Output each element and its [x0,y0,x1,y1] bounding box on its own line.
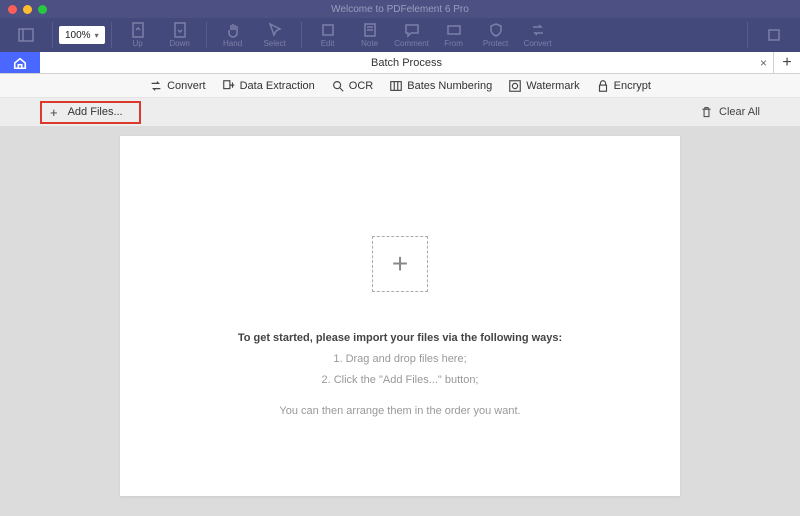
title-bar: Welcome to PDFelement 6 Pro [0,0,800,18]
category-watermark[interactable]: Watermark [508,79,579,93]
home-tab[interactable] [0,52,40,73]
action-row: + Add Files... Clear All [0,98,800,126]
edit-tool-label: Edit [321,39,335,48]
data-extraction-icon [222,79,236,93]
category-watermark-label: Watermark [526,80,579,92]
trash-icon [700,106,713,119]
hand-tool-button[interactable]: Hand [213,19,253,51]
select-tool-button[interactable]: Select [255,19,295,51]
tab-strip: Batch Process × + [0,52,800,74]
category-bates[interactable]: Bates Numbering [389,79,492,93]
watermark-icon [508,79,522,93]
document-tab[interactable]: Batch Process × [40,52,774,73]
plus-icon: + [50,105,58,120]
ribbon-toolbar: 100% ▾ Up Down Hand Select Edit Note Com… [0,18,800,52]
add-files-button[interactable]: + Add Files... [40,101,141,124]
lock-icon [596,79,610,93]
plus-icon: + [782,54,791,72]
category-encrypt[interactable]: Encrypt [596,79,651,93]
instructions: To get started, please import your files… [238,328,562,422]
batch-category-bar: Convert Data Extraction OCR Bates Number… [0,74,800,98]
category-bates-label: Bates Numbering [407,80,492,92]
category-ocr-label: OCR [349,80,373,92]
select-tool-label: Select [263,39,285,48]
drop-target[interactable]: + [372,236,428,292]
protect-tool-button[interactable]: Protect [476,19,516,51]
ribbon-sep [301,22,302,48]
ribbon-sep [52,22,53,48]
drop-canvas[interactable]: + To get started, please import your fil… [120,136,680,496]
note-tool-button[interactable]: Note [350,19,390,51]
page-up-button[interactable]: Up [118,19,158,51]
hand-tool-label: Hand [223,39,242,48]
convert-icon [149,79,163,93]
home-icon [13,56,27,70]
bates-icon [389,79,403,93]
sidebar-toggle-button[interactable] [6,19,46,51]
close-tab-button[interactable]: × [760,56,767,70]
ribbon-more-button[interactable] [754,19,794,51]
page-down-button[interactable]: Down [160,19,200,51]
new-tab-button[interactable]: + [774,52,800,73]
ribbon-sep [206,22,207,48]
from-tool-button[interactable]: From [434,19,474,51]
workspace: + To get started, please import your fil… [0,126,800,508]
category-convert-label: Convert [167,80,206,92]
edit-tool-button[interactable]: Edit [308,19,348,51]
instructions-line2: 2. Click the "Add Files..." button; [238,370,562,391]
convert-tool-label: Convert [524,39,552,48]
category-ocr[interactable]: OCR [331,79,373,93]
category-data-extraction-label: Data Extraction [240,80,315,92]
zoom-value: 100% [65,30,91,41]
instructions-line1: 1. Drag and drop files here; [238,349,562,370]
chevron-down-icon: ▾ [95,31,99,40]
window-title: Welcome to PDFelement 6 Pro [0,4,800,15]
clear-all-label: Clear All [719,106,760,118]
category-convert[interactable]: Convert [149,79,206,93]
category-data-extraction[interactable]: Data Extraction [222,79,315,93]
protect-tool-label: Protect [483,39,508,48]
ribbon-sep [747,22,748,48]
instructions-note: You can then arrange them in the order y… [238,401,562,422]
comment-tool-label: Comment [394,39,429,48]
ocr-icon [331,79,345,93]
convert-tool-button[interactable]: Convert [518,19,558,51]
clear-all-button[interactable]: Clear All [700,106,760,119]
instructions-heading: To get started, please import your files… [238,328,562,349]
note-tool-label: Note [361,39,378,48]
document-tab-title: Batch Process [371,57,442,69]
ribbon-sep [111,22,112,48]
category-encrypt-label: Encrypt [614,80,651,92]
zoom-selector[interactable]: 100% ▾ [59,26,105,44]
comment-tool-button[interactable]: Comment [392,19,432,51]
add-files-label: Add Files... [68,106,123,118]
page-up-label: Up [132,39,142,48]
plus-icon: + [392,248,408,280]
from-tool-label: From [444,39,463,48]
page-down-label: Down [169,39,189,48]
